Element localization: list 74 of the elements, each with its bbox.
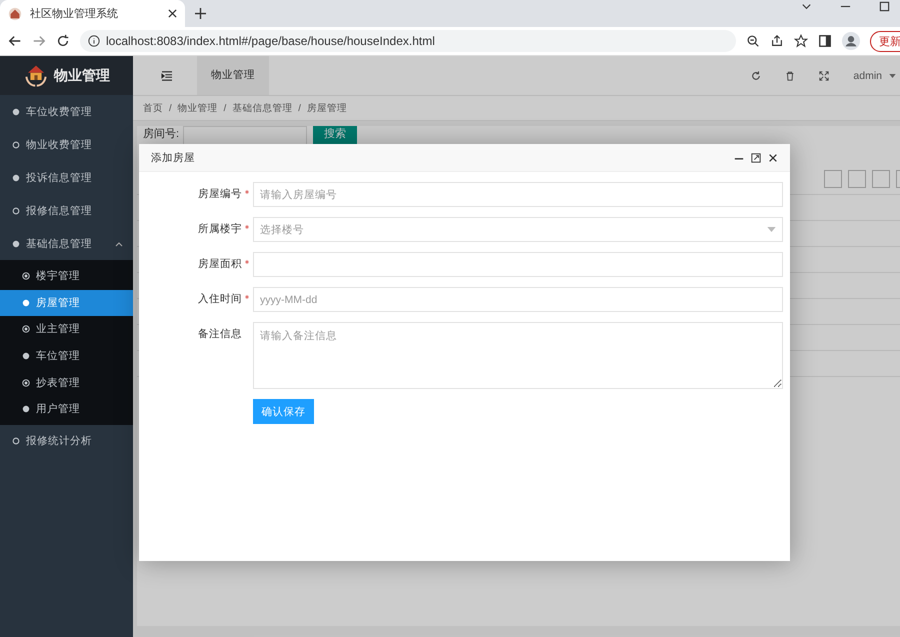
input-field[interactable]: yyyy-MM-dd: [253, 287, 783, 312]
sidebar-subitem[interactable]: 车位管理: [0, 342, 133, 370]
close-icon[interactable]: [168, 9, 177, 18]
circle-icon: [12, 437, 20, 446]
tab-title: 社区物业管理系统: [30, 6, 119, 21]
house-hands-icon: [24, 64, 48, 88]
required-icon: [245, 260, 249, 264]
logo-text: 物业管理: [54, 66, 110, 84]
sidebar-item[interactable]: 报修统计分析: [0, 424, 133, 458]
sidebar-item[interactable]: 基础信息管理: [0, 227, 133, 260]
dropdown-icon: [767, 227, 776, 232]
zoom-icon[interactable]: [746, 34, 760, 48]
star-icon[interactable]: [794, 34, 808, 48]
header-tab[interactable]: 物业管理: [197, 56, 269, 95]
house-icon: [8, 6, 22, 20]
input-field[interactable]: 请输入备注信息: [253, 322, 783, 389]
user-menu[interactable]: admin: [853, 70, 882, 82]
new-tab-icon[interactable]: [195, 8, 206, 19]
breadcrumb-link[interactable]: 基础信息管理: [232, 102, 292, 114]
caret-icon[interactable]: [889, 74, 896, 78]
fullscreen-icon[interactable]: [819, 70, 830, 80]
circle-icon: [12, 206, 20, 214]
field-label: 所属楼宇: [198, 222, 242, 237]
field-label: 房屋编号: [198, 187, 242, 202]
sidebar-subitem[interactable]: 房屋管理: [0, 290, 133, 316]
dot-icon: [12, 240, 20, 248]
sidebar-item[interactable]: 车位收费管理: [0, 95, 133, 128]
dot-icon: [22, 352, 30, 360]
close-icon[interactable]: [768, 152, 778, 162]
target-icon: [22, 378, 30, 387]
reload-icon[interactable]: [56, 34, 70, 48]
sidebar-icon[interactable]: [818, 34, 832, 48]
dot-icon: [12, 108, 20, 116]
dot-icon: [12, 174, 20, 182]
maximize-icon[interactable]: [751, 152, 761, 162]
input-field[interactable]: 请输入房屋编号: [253, 182, 783, 207]
sidebar-item[interactable]: 报修信息管理: [0, 194, 133, 227]
address-field[interactable]: localhost:8083/index.html#/page/base/house/houseIndex.html: [80, 30, 736, 52]
breadcrumb-separator: /: [169, 102, 172, 114]
menu-icon[interactable]: [161, 70, 173, 80]
breadcrumb-separator: /: [224, 102, 226, 114]
required-icon: [245, 295, 249, 299]
dot-icon: [22, 405, 30, 414]
sidebar-item[interactable]: 投诉信息管理: [0, 161, 133, 194]
breadcrumb-separator: /: [298, 102, 301, 114]
sidebar-item[interactable]: 物业收费管理: [0, 128, 133, 161]
required-icon: [245, 225, 249, 229]
breadcrumb-link[interactable]: 物业管理: [178, 102, 218, 114]
sidebar-subitem[interactable]: 用户管理: [0, 396, 133, 423]
profile-icon[interactable]: [842, 32, 860, 50]
refresh-icon[interactable]: [751, 70, 762, 80]
dialog-title: 添加房屋: [151, 150, 195, 164]
input-field[interactable]: [253, 252, 783, 277]
share-icon[interactable]: [770, 34, 784, 48]
field-label: 备注信息: [198, 327, 242, 342]
sidebar-subitem[interactable]: 抄表管理: [0, 369, 133, 396]
info-icon: [88, 35, 100, 47]
maximize-icon[interactable]: [879, 1, 890, 12]
browser-tab[interactable]: 社区物业管理系统: [0, 0, 185, 27]
target-icon: [22, 272, 30, 280]
sidebar-subitem[interactable]: 业主管理: [0, 316, 133, 343]
circle-icon: [12, 140, 20, 148]
target-icon: [22, 325, 30, 334]
required-icon: [245, 190, 249, 194]
trash-icon[interactable]: [785, 70, 796, 80]
back-icon[interactable]: [8, 34, 22, 48]
breadcrumb-link[interactable]: 首页: [143, 102, 163, 114]
search-label: 房间号:: [143, 126, 180, 142]
dot-icon: [22, 298, 30, 307]
field-label: 入住时间: [198, 292, 242, 307]
sidebar-subitem[interactable]: 楼宇管理: [0, 263, 133, 290]
breadcrumb-link[interactable]: 房屋管理: [306, 102, 347, 114]
forward-icon[interactable]: [32, 34, 46, 48]
field-label: 房屋面积: [198, 257, 242, 272]
